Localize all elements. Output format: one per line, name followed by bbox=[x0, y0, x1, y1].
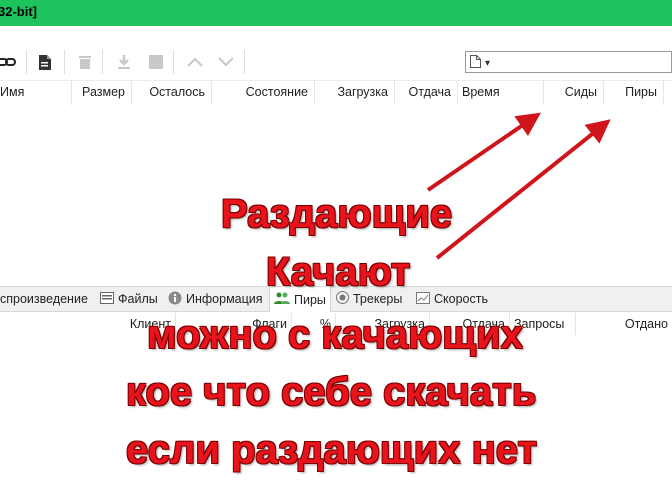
tab-label: Скорость bbox=[434, 292, 488, 306]
column-upload[interactable]: Отдача bbox=[395, 81, 458, 105]
delete-icon[interactable] bbox=[74, 52, 96, 72]
tab-info[interactable]: Информация bbox=[164, 287, 268, 311]
window-title: 32-bit] bbox=[0, 4, 37, 19]
main-toolbar: ▾ bbox=[0, 46, 672, 81]
stop-icon[interactable] bbox=[145, 52, 167, 72]
tab-label: спроизведение bbox=[0, 292, 88, 306]
column-status[interactable]: Состояние bbox=[212, 81, 315, 105]
column-label: Сиды bbox=[564, 85, 597, 99]
torrent-list-header: Имя Размер Осталось Состояние Загрузка О… bbox=[0, 81, 672, 105]
column-label: Отдано bbox=[624, 317, 668, 331]
tab-playback[interactable]: спроизведение bbox=[0, 287, 94, 311]
column-uploaded[interactable]: Отдано bbox=[576, 313, 672, 335]
column-label: Состояние bbox=[245, 85, 308, 99]
info-icon bbox=[168, 291, 182, 308]
column-label: Время bbox=[462, 85, 500, 99]
column-name[interactable]: Имя bbox=[0, 81, 72, 105]
speed-icon bbox=[416, 291, 430, 307]
toolbar-separator bbox=[64, 50, 65, 74]
tab-files[interactable]: Файлы bbox=[96, 287, 162, 311]
column-label: Размер bbox=[82, 85, 125, 99]
column-label: Отдача bbox=[408, 85, 451, 99]
column-label: Осталось bbox=[149, 85, 205, 99]
toolbar-separator bbox=[26, 50, 27, 74]
column-label: Имя bbox=[0, 85, 25, 99]
category-filter[interactable]: ▾ bbox=[465, 51, 672, 73]
annotation-note-3: если раздающих нет bbox=[126, 428, 538, 472]
arrow-to-peers bbox=[435, 119, 611, 260]
toolbar-separator bbox=[102, 50, 103, 74]
files-icon bbox=[100, 291, 114, 307]
column-download[interactable]: Загрузка bbox=[315, 81, 395, 105]
annotation-leechers: Качают bbox=[266, 250, 411, 294]
move-up-icon[interactable] bbox=[184, 52, 206, 72]
move-down-icon[interactable] bbox=[215, 52, 237, 72]
title-bar: 32-bit] bbox=[0, 0, 672, 26]
toolbar-separator bbox=[173, 50, 174, 74]
column-label: Пиры bbox=[625, 85, 657, 99]
new-file-icon[interactable] bbox=[34, 52, 56, 72]
column-seeds[interactable]: Сиды bbox=[544, 81, 604, 105]
column-peers[interactable]: Пиры bbox=[604, 81, 664, 105]
tab-label: Файлы bbox=[118, 292, 158, 306]
column-time[interactable]: Время bbox=[458, 81, 544, 105]
tab-label: Информация bbox=[186, 292, 263, 306]
download-icon[interactable] bbox=[113, 52, 135, 72]
column-size[interactable]: Размер bbox=[72, 81, 132, 105]
toolbar-separator bbox=[244, 50, 245, 74]
chevron-down-icon[interactable]: ▾ bbox=[485, 58, 490, 69]
annotation-seeders: Раздающие bbox=[221, 192, 453, 236]
column-remaining[interactable]: Осталось bbox=[132, 81, 212, 105]
document-icon bbox=[470, 55, 481, 71]
column-label: Загрузка bbox=[337, 85, 388, 99]
link-icon[interactable] bbox=[0, 52, 18, 72]
tab-speed[interactable]: Скорость bbox=[413, 287, 497, 311]
annotation-note-2: кое что себе скачать bbox=[126, 370, 537, 414]
arrow-to-seeds bbox=[426, 112, 541, 192]
annotation-note-1: можно с качающих bbox=[147, 313, 523, 357]
